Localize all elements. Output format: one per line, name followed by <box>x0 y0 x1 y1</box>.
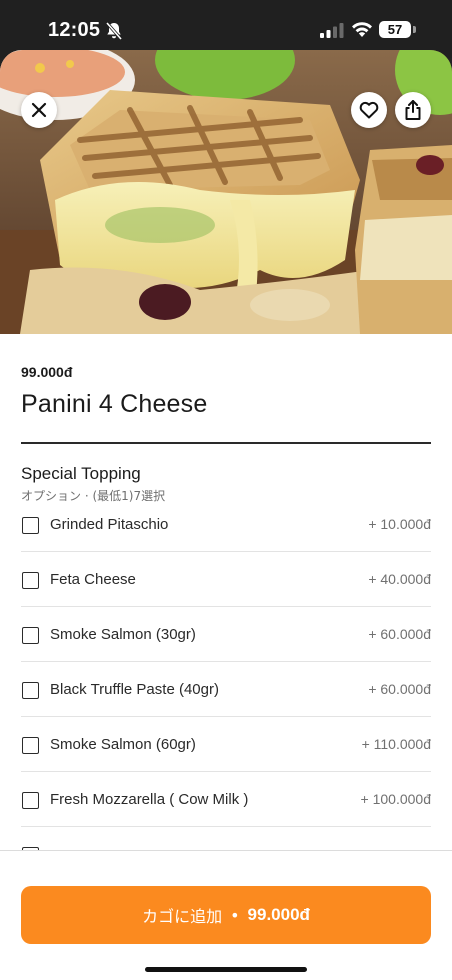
option-price: + 10.000đ <box>368 516 431 532</box>
close-button[interactable] <box>21 92 57 128</box>
battery-icon: 57 <box>379 21 411 38</box>
option-price: + 40.000đ <box>368 571 431 587</box>
checkbox[interactable] <box>22 737 39 754</box>
hero-image <box>0 50 452 334</box>
close-icon <box>31 102 47 118</box>
topping-section-title: Special Topping <box>21 464 141 483</box>
signal-icon <box>320 23 344 38</box>
option-price: + 60.000đ <box>368 681 431 697</box>
share-button[interactable] <box>395 92 431 128</box>
topping-option[interactable]: Black Truffle Paste (40gr) + 60.000đ <box>21 662 431 717</box>
add-to-cart-button[interactable]: カゴに追加 • 99.000đ <box>21 886 431 944</box>
option-name: Smoke Salmon (60gr) <box>50 736 196 753</box>
topping-option[interactable]: Smoke Salmon (60gr) + 110.000đ <box>21 717 431 772</box>
option-name: Smoke Salmon (30gr) <box>50 626 196 643</box>
option-name: Black Truffle Paste (40gr) <box>50 681 219 698</box>
separator-dot: • <box>230 905 240 925</box>
bottom-action-bar: カゴに追加 • 99.000đ <box>0 850 452 980</box>
option-name: Fresh Mozzarella ( Cow Milk ) <box>50 791 249 808</box>
checkbox[interactable] <box>22 682 39 699</box>
product-title: Panini 4 Cheese <box>21 390 208 418</box>
add-to-cart-amount: 99.000đ <box>247 905 310 924</box>
divider <box>21 442 431 444</box>
add-to-cart-label: カゴに追加 <box>142 907 223 926</box>
checkbox[interactable] <box>22 517 39 534</box>
battery-cap <box>413 26 416 33</box>
option-name: Feta Cheese <box>50 571 136 588</box>
topping-option[interactable]: Feta Cheese + 40.000đ <box>21 552 431 607</box>
product-price: 99.000đ <box>21 364 73 380</box>
checkbox[interactable] <box>22 792 39 809</box>
option-price: + 110.000đ <box>361 736 431 752</box>
home-indicator <box>145 967 307 972</box>
option-price: + 100.000đ <box>360 791 431 807</box>
bell-slash-icon <box>105 21 123 41</box>
panini-photo <box>0 50 452 334</box>
favorite-button[interactable] <box>351 92 387 128</box>
option-name: Grinded Pitaschio <box>50 516 169 533</box>
wifi-icon <box>352 22 372 37</box>
heart-icon <box>359 101 379 119</box>
topping-option[interactable]: Smoke Salmon (30gr) + 60.000đ <box>21 607 431 662</box>
status-time: 12:05 <box>48 19 101 41</box>
share-icon <box>405 100 421 120</box>
topping-option[interactable]: Grinded Pitaschio + 10.000đ <box>21 497 431 552</box>
checkbox[interactable] <box>22 572 39 589</box>
option-price: + 60.000đ <box>368 626 431 642</box>
topping-option[interactable]: Fresh Mozzarella ( Cow Milk ) + 100.000đ <box>21 772 431 827</box>
checkbox[interactable] <box>22 627 39 644</box>
